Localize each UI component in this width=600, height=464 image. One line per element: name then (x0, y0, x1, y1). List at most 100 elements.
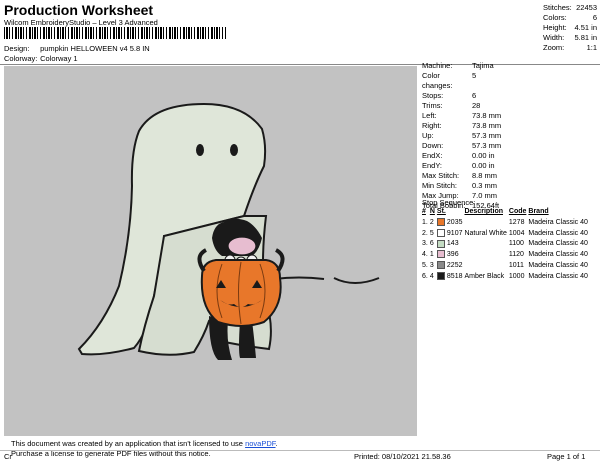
stitch-count: 2035 (446, 218, 463, 226)
thread-code: 1120 (508, 251, 524, 259)
col-header: # (422, 208, 426, 215)
col-header: Description (464, 208, 503, 215)
info-value: 73.8 mm (472, 121, 502, 130)
notice-line-1: This document was created by an applicat… (11, 439, 278, 449)
design-row: Design: pumpkin HELLOWEEN v4 5.8 IN (4, 44, 150, 53)
thread-description (464, 239, 508, 250)
design-label: Design: (4, 44, 30, 53)
needle-number: 5 (429, 229, 434, 237)
info-row: Color changes: 5 (422, 71, 501, 91)
colorway-value: Colorway 1 (40, 54, 78, 63)
thread-brand: Madeira Classic 40 (528, 218, 588, 226)
license-notice: This document was created by an applicat… (11, 439, 278, 459)
needle-number: 3 (429, 261, 434, 269)
info-row: Max Stitch: 8.8 mm (422, 171, 501, 181)
novapdf-link[interactable]: novaPDF (245, 439, 275, 448)
notice-text: . (275, 439, 278, 448)
info-row: Right: 73.8 mm (422, 121, 501, 131)
printed-date: Printed: 08/10/2021 21.58.36 (354, 452, 451, 461)
thread-code: 1000 (508, 272, 525, 280)
info-row: EndX: 0.00 in (422, 151, 501, 161)
stop-sequence-title: Stop Sequence: (422, 198, 476, 207)
stat-label: Height: (543, 23, 567, 32)
info-label: Min Stitch: (422, 181, 458, 190)
stat-value: 22453 (576, 3, 597, 12)
info-value: 7.0 mm (472, 191, 498, 200)
info-value: 28 (472, 101, 481, 110)
stat-value: 5.81 in (574, 33, 597, 42)
thread-brand: Madeira Classic 40 (528, 261, 588, 269)
col-header: St. (436, 208, 446, 215)
info-label: Right: (422, 121, 442, 130)
colorway-row: Colorway: Colorway 1 (4, 54, 78, 63)
page-number: Page 1 of 1 (547, 452, 586, 461)
pumpkin-bucket (200, 259, 282, 327)
info-row: Left: 73.8 mm (422, 111, 501, 121)
thread-description: Amber Black (464, 272, 505, 280)
stat-value: 6 (592, 13, 597, 22)
stat-label: Colors: (543, 13, 567, 22)
page-title: Production Worksheet (4, 2, 154, 18)
thread-description (464, 261, 508, 272)
stat-row: Height: 4.51 in (543, 23, 597, 33)
stitch-cell: 2252 (436, 261, 465, 272)
character-face (227, 236, 257, 256)
color-swatch (436, 217, 445, 226)
stat-label: Width: (543, 33, 565, 42)
design-preview (4, 66, 417, 436)
color-swatch (436, 239, 445, 248)
info-value: 57.3 mm (472, 141, 502, 150)
info-label: Up: (422, 131, 434, 140)
row-number: 4. (422, 251, 428, 259)
info-label: Stops: (422, 91, 444, 100)
info-label: Color changes: (422, 71, 453, 90)
thread-brand: Madeira Classic 40 (528, 229, 588, 237)
stat-label: Stitches: (543, 3, 572, 12)
col-header: Brand (528, 208, 549, 215)
table-row: 2. 5 9107 Natural White 1004 Madeira Classic … (422, 228, 590, 240)
stitch-cell: 8518 (436, 271, 465, 283)
stitch-cell: 143 (436, 239, 465, 250)
info-row: EndY: 0.00 in (422, 161, 501, 171)
thread-code: 1278 (508, 218, 525, 226)
info-row: Trims: 28 (422, 101, 501, 111)
info-label: EndY: (422, 161, 443, 170)
stop-sequence-table: # N St. Description Code Brand 1. 2 2035 12… (422, 207, 590, 283)
info-label: Machine: (422, 61, 453, 70)
right-eye (230, 144, 238, 156)
row-number: 1. (422, 218, 428, 226)
thread-code: 1004 (508, 229, 525, 237)
info-value: 5 (472, 71, 477, 80)
info-value: 0.00 in (472, 161, 495, 170)
info-row: Min Stitch: 0.3 mm (422, 181, 501, 191)
col-header: N (429, 208, 435, 215)
barcode (4, 27, 226, 39)
stat-row: Zoom: 1:1 (543, 43, 597, 53)
info-row: Stops: 6 (422, 91, 501, 101)
info-label: EndX: (422, 151, 443, 160)
info-row: Machine: Tajima (422, 61, 501, 71)
info-value: 57.3 mm (472, 131, 502, 140)
info-value: 0.00 in (472, 151, 495, 160)
info-value: Tajima (472, 61, 494, 70)
stitch-cell: 9107 (436, 228, 465, 240)
stitch-count: 2252 (446, 261, 463, 269)
info-value: 73.8 mm (472, 111, 502, 120)
stitch-count: 396 (446, 251, 459, 259)
info-value: 6 (472, 91, 477, 100)
info-label: Max Stitch: (422, 171, 460, 180)
footer-divider (0, 450, 600, 451)
needle-number: 6 (429, 240, 434, 248)
thread-description (464, 218, 508, 229)
design-stats: Stitches: 22453 Colors: 6 Height: 4.51 in W… (543, 3, 597, 53)
left-eye (196, 144, 204, 156)
table-row: 4. 1 396 1120 Madeira Classic 40 (422, 250, 590, 261)
thread-brand: Madeira Classic 40 (528, 240, 588, 248)
info-label: Trims: (422, 101, 443, 110)
thread-brand: Madeira Classic 40 (528, 272, 588, 280)
footer-left: Cr (4, 452, 12, 461)
info-value: 0.3 mm (472, 181, 498, 190)
info-label: Left: (422, 111, 437, 120)
table-row: 3. 6 143 1100 Madeira Classic 40 (422, 239, 590, 250)
thread-code: 1011 (508, 261, 524, 269)
